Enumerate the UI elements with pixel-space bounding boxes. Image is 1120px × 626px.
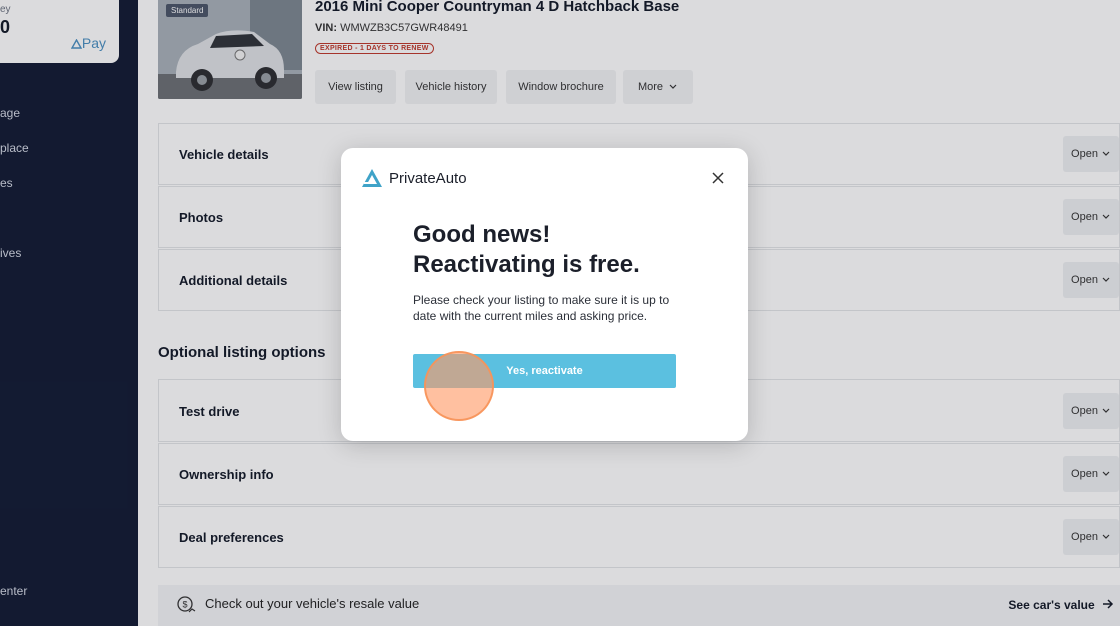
privateauto-logo-icon: [362, 169, 382, 187]
click-indicator: [424, 351, 494, 421]
modal-title-line-2: Reactivating is free.: [413, 251, 640, 278]
modal-body-text: Please check your listing to make sure i…: [413, 293, 670, 323]
yes-reactivate-label: Yes, reactivate: [506, 365, 583, 377]
close-icon[interactable]: [710, 170, 726, 186]
brand-name: PrivateAuto: [389, 169, 467, 187]
modal-title: Good news! Reactivating is free.: [413, 220, 640, 280]
reactivate-modal: PrivateAuto Good news! Reactivating is f…: [341, 148, 748, 441]
brand-logo: PrivateAuto: [361, 168, 467, 188]
modal-title-line-1: Good news!: [413, 221, 551, 248]
